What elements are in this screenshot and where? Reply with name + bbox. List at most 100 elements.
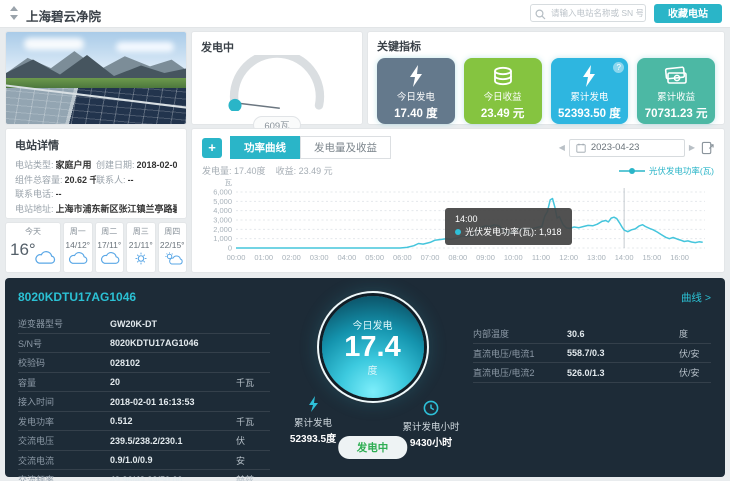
dashboard-page: 上海碧云净院 收藏电站 发电中 609瓦 关键指标 [0, 0, 730, 481]
svg-text:6,000: 6,000 [213, 188, 232, 197]
svg-text:04:00: 04:00 [338, 253, 357, 262]
date-value: 2023-04-23 [591, 142, 640, 153]
table-row: 容量20千瓦 [18, 373, 270, 393]
field-label: 联系电话: [15, 187, 54, 202]
weather-day-card: 周三 21/11° [126, 222, 156, 273]
power-line-chart: 01,0002,0003,0004,0005,0006,000瓦00:0001:… [202, 178, 715, 270]
table-row: 校验码028102 [18, 353, 270, 373]
kpi-value: 70731.23 元 [637, 105, 715, 121]
gen-value: 17.40度 [234, 166, 266, 176]
field-label: 电站地址: [15, 202, 54, 217]
inverter-dc-table: 内部温度30.6度直流电压/电流1558.7/0.3伏/安直流电压/电流2526… [473, 324, 711, 383]
svg-text:14:00: 14:00 [615, 253, 634, 262]
weather-day-card: 周四 22/15° [158, 222, 188, 273]
table-row: 发电功率0.512千瓦 [18, 412, 270, 432]
svg-text:12:00: 12:00 [559, 253, 578, 262]
svg-text:3,000: 3,000 [213, 216, 232, 225]
table-row: 逆变器型号GW20K-DT [18, 314, 270, 334]
table-row: 直流电压/电流2526.0/1.3伏/安 [473, 363, 711, 383]
svg-text:05:00: 05:00 [365, 253, 384, 262]
weather-day: 周四 [159, 226, 187, 237]
gen-label: 发电量: [202, 166, 232, 176]
weather-day: 今天 [6, 226, 60, 237]
table-row: 内部温度30.6度 [473, 324, 711, 344]
bolt-icon [377, 63, 455, 89]
total-hours-label: 累计发电小时 [389, 419, 473, 433]
cloud-icon [67, 252, 89, 270]
weather-temp: 17/11° [96, 240, 124, 250]
kpi-today-income: 今日收益 23.49 元 [464, 58, 542, 124]
kpi-value: 17.40 度 [377, 105, 455, 121]
field-value: 2018-02-01 [137, 158, 177, 173]
tab-power-curve[interactable]: 功率曲线 [230, 136, 300, 159]
weather-day: 周二 [96, 226, 124, 237]
field-label: 创建日期: [96, 158, 135, 173]
svg-text:07:00: 07:00 [421, 253, 440, 262]
photo-solar-panels [6, 88, 186, 125]
field-label: 电站类型: [15, 158, 54, 173]
favorite-station-button[interactable]: 收藏电站 [654, 4, 722, 23]
svg-text:15:00: 15:00 [642, 253, 661, 262]
legend-line-icon [619, 167, 645, 175]
search-input[interactable] [549, 7, 645, 19]
weather-day-card: 周一 14/12° [63, 222, 93, 273]
power-gauge-card: 发电中 609瓦 [191, 31, 363, 125]
table-row: 交流电流0.9/1.0/0.9安 [18, 451, 270, 471]
search-icon [535, 9, 546, 20]
top-bar: 上海碧云净院 收藏电站 [0, 0, 730, 28]
calendar-icon [576, 143, 586, 153]
kpi-value: 52393.50 度 [551, 105, 629, 121]
station-photo [5, 31, 187, 125]
kpi-total-generation: ? 累计发电 52393.50 度 [551, 58, 629, 124]
tab-generation-income[interactable]: 发电量及收益 [300, 136, 391, 159]
svg-text:13:00: 13:00 [587, 253, 606, 262]
svg-text:1,000: 1,000 [213, 234, 232, 243]
svg-text:02:00: 02:00 [282, 253, 301, 262]
power-gauge [216, 55, 338, 111]
svg-text:00:00: 00:00 [227, 253, 246, 262]
curve-link[interactable]: 曲线 > [681, 290, 711, 305]
table-row: 交流电压239.5/238.2/230.1伏 [18, 431, 270, 451]
sun-cloud-icon [162, 252, 184, 270]
prev-date-icon[interactable]: ◀ [559, 143, 565, 152]
svg-text:2,000: 2,000 [213, 225, 232, 234]
photo-cloud [24, 38, 84, 50]
search-box[interactable] [530, 4, 646, 22]
kpi-title: 关键指标 [377, 38, 715, 54]
cloud-icon [99, 252, 121, 270]
kpi-label: 今日收益 [464, 89, 542, 103]
export-icon[interactable] [701, 141, 714, 155]
add-compare-button[interactable]: + [202, 138, 222, 158]
svg-text:06:00: 06:00 [393, 253, 412, 262]
inverter-sn-title: 8020KDTU17AG1046 [18, 290, 136, 304]
sun-icon [130, 252, 152, 270]
field-value: 家庭户用 [56, 158, 92, 173]
table-row: S/N号8020KDTU17AG1046 [18, 334, 270, 354]
kpi-label: 累计发电 [551, 89, 629, 103]
station-switcher-icon[interactable] [8, 5, 20, 21]
field-label: 联系人: [96, 173, 126, 188]
chart-tabs: 功率曲线 发电量及收益 [230, 136, 391, 159]
chart-area[interactable]: 01,0002,0003,0004,0005,0006,000瓦00:0001:… [202, 178, 714, 275]
gauge-label: 今日发电 [353, 317, 393, 332]
weather-day: 周一 [64, 226, 92, 237]
photo-cloud [116, 42, 174, 52]
bolt-icon [307, 396, 319, 412]
station-address: 上海市浦东新区张江镇兰亭路碧云净院 [56, 202, 177, 217]
field-value: -- [56, 187, 62, 202]
table-row: 接入时间2018-02-01 16:13:53 [18, 392, 270, 412]
legend-label: 光伏发电功率(瓦) [649, 165, 714, 177]
total-generation-block: 累计发电 52393.5度 [276, 396, 350, 445]
svg-text:5,000: 5,000 [213, 197, 232, 206]
svg-text:4,000: 4,000 [213, 206, 232, 215]
kpi-label: 累计收益 [637, 89, 715, 103]
weather-temp: 22/15° [159, 240, 187, 250]
chart-legend: 光伏发电功率(瓦) [619, 165, 714, 177]
weather-strip: 今天 16° 周一 14/12° 周二 17/11° 周三 21/11° 周四 … [5, 222, 187, 273]
rev-label: 收益: [276, 166, 297, 176]
total-gen-label: 累计发电 [276, 415, 350, 429]
date-picker[interactable]: 2023-04-23 [569, 139, 685, 157]
kpi-today-generation: 今日发电 17.40 度 [377, 58, 455, 124]
next-date-icon[interactable]: ▶ [689, 143, 695, 152]
weather-temp: 16° [10, 240, 36, 260]
